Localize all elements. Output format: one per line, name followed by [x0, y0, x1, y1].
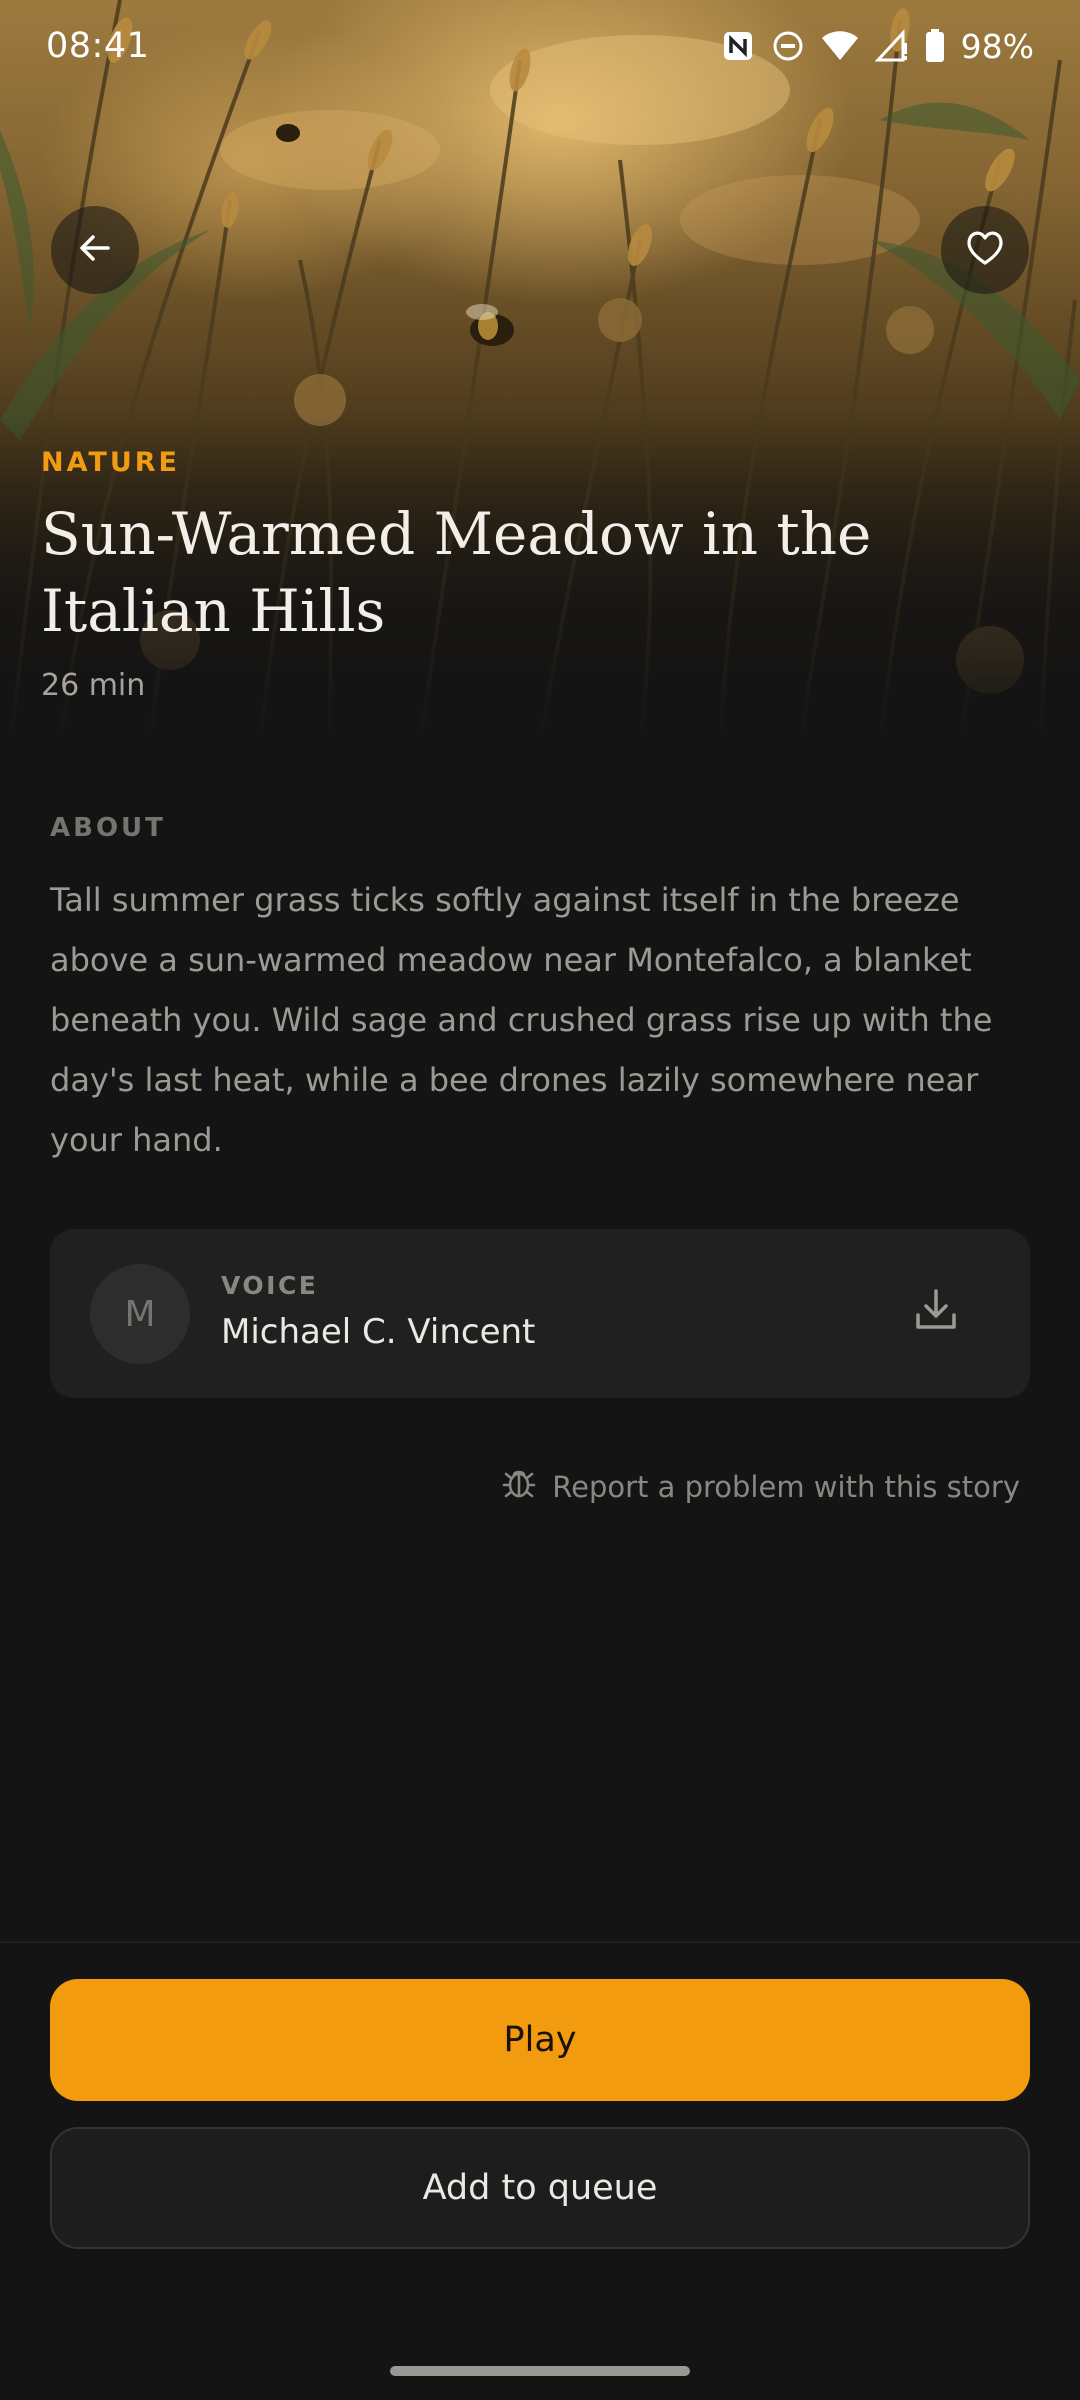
do-not-disturb-icon: [771, 29, 805, 63]
wifi-icon: [821, 30, 859, 62]
add-to-queue-button[interactable]: Add to queue: [50, 2127, 1030, 2249]
battery-icon: [925, 29, 945, 63]
back-button[interactable]: [51, 206, 139, 294]
story-category: NATURE: [41, 447, 180, 478]
voice-card: M VOICE Michael C. Vincent: [50, 1229, 1030, 1398]
favorite-button[interactable]: [941, 206, 1029, 294]
home-indicator[interactable]: [390, 2366, 690, 2376]
bug-icon: [502, 1466, 536, 1507]
report-label: Report a problem with this story: [552, 1469, 1020, 1504]
battery-percent: 98%: [960, 26, 1034, 66]
status-time: 08:41: [46, 26, 150, 66]
heart-icon: [964, 227, 1006, 273]
download-button[interactable]: [904, 1280, 968, 1344]
voice-label: VOICE: [221, 1271, 319, 1300]
about-label: ABOUT: [50, 813, 166, 843]
voice-avatar: M: [90, 1264, 190, 1364]
voice-name: Michael C. Vincent: [221, 1312, 536, 1352]
play-button[interactable]: Play: [50, 1979, 1030, 2101]
bottom-divider: [0, 1941, 1080, 1943]
about-text: Tall summer grass ticks softly against i…: [50, 881, 993, 1159]
arrow-left-icon: [76, 229, 114, 271]
download-icon: [913, 1287, 959, 1337]
signal-icon: [874, 29, 909, 63]
story-duration: 26 min: [41, 668, 146, 703]
story-title: Sun-Warmed Meadow in the Italian Hills: [41, 500, 872, 645]
report-problem-link[interactable]: Report a problem with this story: [502, 1466, 1020, 1507]
status-icons: 98%: [721, 27, 1034, 66]
status-bar: 08:41 98%: [0, 0, 1080, 92]
nfc-icon: [721, 29, 755, 63]
